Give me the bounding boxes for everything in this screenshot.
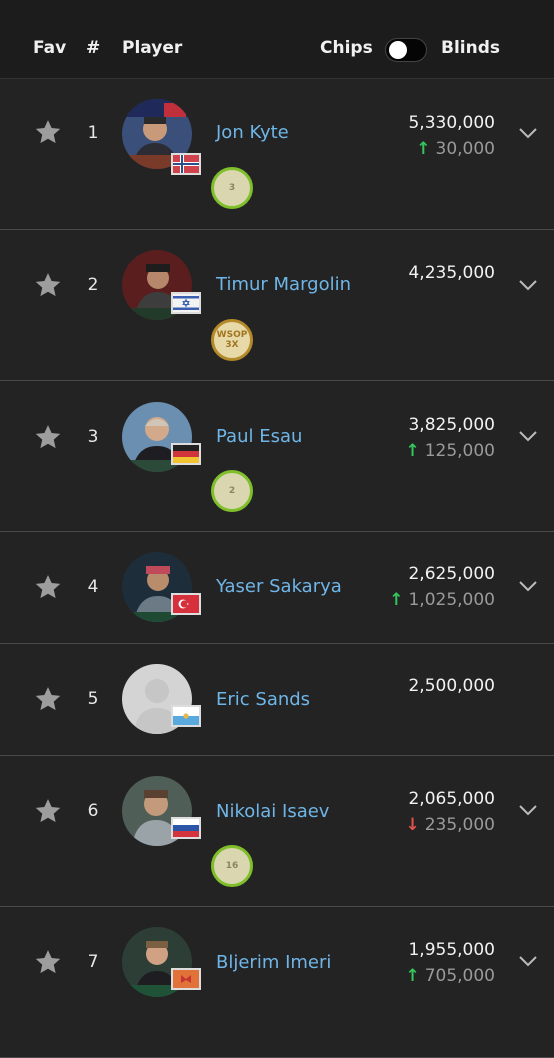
country-flag [171, 153, 201, 175]
rank-value: 7 [87, 952, 99, 972]
arrow-up-icon: ↑ [405, 966, 420, 986]
player-name-link[interactable]: Paul Esau [216, 426, 302, 447]
player-name-link[interactable]: Jon Kyte [216, 122, 289, 143]
chevron-down-icon[interactable] [518, 580, 538, 592]
arrow-up-icon: ↑ [416, 139, 431, 159]
chip-count: 2,625,000 [408, 564, 495, 584]
chevron-down-icon[interactable] [518, 955, 538, 967]
country-flag [171, 968, 201, 990]
country-flag [171, 443, 201, 465]
country-flag [171, 705, 201, 727]
chips-toggle-label: Chips [320, 38, 373, 58]
bracelet-badge: 16 [211, 845, 253, 887]
chip-count: 5,330,000 [408, 113, 495, 133]
chip-count: 2,065,000 [408, 789, 495, 809]
chip-count: 2,500,000 [408, 676, 495, 696]
table-row: 2 Timur Margolin 4,235,000 WSOP 3X [0, 230, 554, 381]
chip-change-value: 125,000 [424, 441, 495, 461]
star-icon[interactable] [33, 270, 63, 300]
rank-value: 1 [87, 123, 99, 143]
table-row: 5 Eric Sands 2,500,000 [0, 644, 554, 756]
chevron-down-icon[interactable] [518, 804, 538, 816]
toggle-knob [389, 41, 407, 59]
chip-change-value: 705,000 [424, 966, 495, 986]
chip-change: ↑ 30,000 [416, 139, 495, 159]
player-column-header: Player [122, 38, 183, 58]
star-icon[interactable] [33, 117, 63, 147]
star-icon[interactable] [33, 796, 63, 826]
player-name-link[interactable]: Timur Margolin [216, 274, 351, 295]
rank-column-header: # [86, 38, 101, 58]
chevron-down-icon[interactable] [518, 279, 538, 291]
fav-column-header: Fav [33, 38, 67, 58]
leaderboard-header: Fav # Player Chips Blinds [0, 0, 554, 79]
player-name-link[interactable]: Bljerim Imeri [216, 952, 331, 973]
chip-count: 3,825,000 [408, 415, 495, 435]
rank-value: 5 [87, 689, 99, 709]
rank-value: 6 [87, 801, 99, 821]
player-name-link[interactable]: Eric Sands [216, 689, 310, 710]
bracelet-badge: 2 [211, 470, 253, 512]
rank-value: 4 [87, 577, 99, 597]
country-flag [171, 593, 201, 615]
rank-value: 2 [87, 275, 99, 295]
bracelet-badge: 3 [211, 167, 253, 209]
player-name-link[interactable]: Yaser Sakarya [216, 576, 342, 597]
chip-count: 1,955,000 [408, 940, 495, 960]
chevron-down-icon[interactable] [518, 127, 538, 139]
chip-change: ↓ 235,000 [405, 815, 495, 835]
chips-blinds-toggle[interactable] [385, 38, 427, 62]
chip-change: ↑ 125,000 [405, 441, 495, 461]
star-icon[interactable] [33, 947, 63, 977]
table-row: 7 Bljerim Imeri 1,955,000 ↑ 705,000 [0, 907, 554, 1058]
player-name-link[interactable]: Nikolai Isaev [216, 801, 329, 822]
table-row: 1 Jon Kyte 5,330,000 ↑ 30,000 3 [0, 79, 554, 230]
arrow-down-icon: ↓ [405, 815, 420, 835]
chip-change: ↑ 1,025,000 [389, 590, 495, 610]
rank-value: 3 [87, 427, 99, 447]
chip-change-value: 235,000 [424, 815, 495, 835]
bracelet-badge: WSOP 3X [211, 319, 253, 361]
blinds-toggle-label: Blinds [441, 38, 501, 58]
country-flag [171, 292, 201, 314]
chevron-down-icon[interactable] [518, 430, 538, 442]
star-icon[interactable] [33, 422, 63, 452]
table-row: 3 Paul Esau 3,825,000 ↑ 125,000 2 [0, 381, 554, 532]
arrow-up-icon: ↑ [405, 441, 420, 461]
chip-count: 4,235,000 [408, 263, 495, 283]
chip-change: ↑ 705,000 [405, 966, 495, 986]
arrow-up-icon: ↑ [389, 590, 404, 610]
table-row: 4 Yaser Sakarya 2,625,000 ↑ 1,025,000 [0, 532, 554, 644]
country-flag [171, 817, 201, 839]
chip-change-value: 1,025,000 [408, 590, 495, 610]
chip-change-value: 30,000 [435, 139, 495, 159]
table-row: 6 Nikolai Isaev 2,065,000 ↓ 235,000 16 [0, 756, 554, 907]
star-icon[interactable] [33, 684, 63, 714]
star-icon[interactable] [33, 572, 63, 602]
